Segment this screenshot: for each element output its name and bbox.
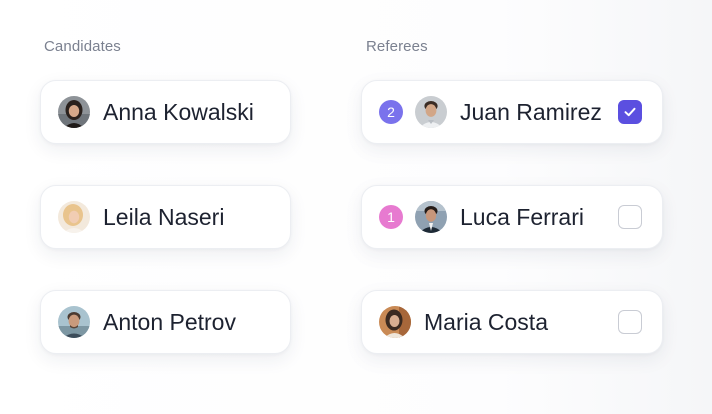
candidate-card-leila-naseri[interactable]: Leila Naseri: [40, 185, 291, 249]
referee-card-luca-ferrari[interactable]: 1 Luca Ferrari: [361, 185, 663, 249]
candidate-name: Anna Kowalski: [103, 98, 254, 125]
referee-card-juan-ramirez[interactable]: 2 Juan Ramirez: [361, 80, 663, 144]
candidate-card-anna-kowalski[interactable]: Anna Kowalski: [40, 80, 291, 144]
candidates-heading: Candidates: [44, 38, 121, 55]
avatar: [58, 96, 90, 128]
candidate-card-anton-petrov[interactable]: Anton Petrov: [40, 290, 291, 354]
check-icon: [624, 107, 636, 117]
candidate-name: Leila Naseri: [103, 203, 225, 230]
select-checkbox[interactable]: [618, 205, 642, 229]
candidate-name: Anton Petrov: [103, 308, 236, 335]
avatar: [58, 201, 90, 233]
select-checkbox[interactable]: [618, 100, 642, 124]
referee-name: Maria Costa: [424, 308, 548, 335]
referees-heading: Referees: [366, 38, 428, 55]
referee-name: Juan Ramirez: [460, 98, 602, 125]
avatar: [415, 96, 447, 128]
select-checkbox[interactable]: [618, 310, 642, 334]
avatar: [58, 306, 90, 338]
referee-card-maria-costa[interactable]: Maria Costa: [361, 290, 663, 354]
order-badge: 2: [379, 100, 403, 124]
referee-name: Luca Ferrari: [460, 203, 584, 230]
avatar: [415, 201, 447, 233]
avatar: [379, 306, 411, 338]
order-badge: 1: [379, 205, 403, 229]
